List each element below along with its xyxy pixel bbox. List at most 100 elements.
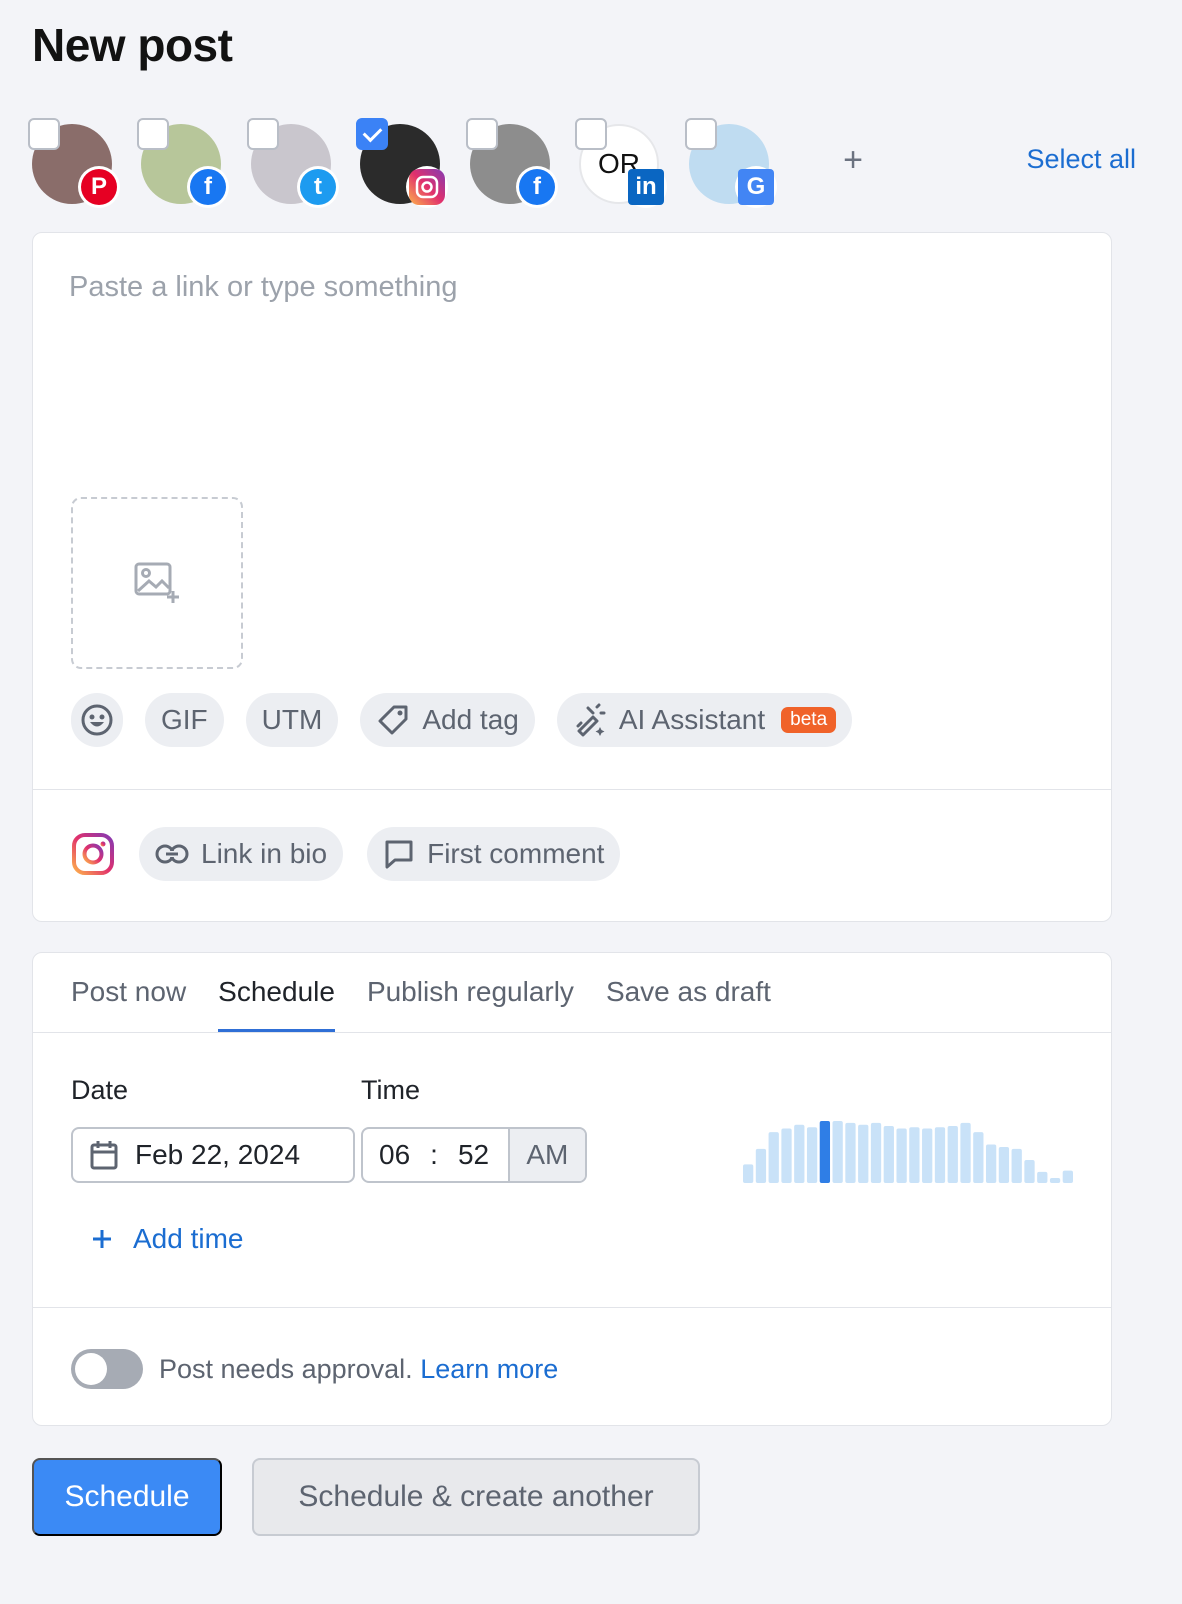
activity-bar[interactable] <box>845 1122 856 1183</box>
tab-post-now[interactable]: Post now <box>71 953 186 1033</box>
activity-bar[interactable] <box>819 1121 831 1183</box>
publish-tabs: Post now Schedule Publish regularly Save as… <box>71 953 771 1033</box>
activity-bar[interactable] <box>1011 1148 1022 1183</box>
tab-save-as-draft[interactable]: Save as draft <box>606 953 771 1033</box>
account-checkbox[interactable] <box>247 118 279 150</box>
activity-bar[interactable] <box>947 1125 958 1183</box>
activity-bar[interactable] <box>960 1122 971 1183</box>
account-checkbox[interactable] <box>28 118 60 150</box>
tab-publish-regularly[interactable]: Publish regularly <box>367 953 574 1033</box>
add-image-icon <box>134 562 179 603</box>
facebook-icon: f <box>187 166 229 208</box>
linkedin-icon: in <box>625 166 667 208</box>
tab-schedule[interactable]: Schedule <box>218 953 335 1033</box>
schedule-card: Post now Schedule Publish regularly Save as… <box>32 952 1112 1426</box>
activity-bar[interactable] <box>832 1121 843 1183</box>
ampm-toggle[interactable]: AM <box>507 1129 585 1181</box>
ai-assistant-label: AI Assistant <box>618 704 766 735</box>
ai-assistant-button[interactable]: AI Assistant beta <box>556 693 853 747</box>
post-text-input[interactable] <box>69 271 1069 451</box>
select-all-link[interactable]: Select all <box>1026 144 1136 175</box>
activity-bar[interactable] <box>768 1132 779 1183</box>
activity-bar[interactable] <box>858 1124 869 1183</box>
activity-bar[interactable] <box>1037 1171 1048 1183</box>
activity-bar[interactable] <box>985 1144 997 1183</box>
activity-bar[interactable] <box>883 1125 894 1183</box>
comment-icon <box>385 840 413 869</box>
activity-bar[interactable] <box>794 1124 805 1183</box>
account-facebook[interactable]: f <box>137 118 237 214</box>
activity-bar[interactable] <box>1024 1160 1035 1183</box>
approval-row: Post needs approval. Learn more <box>71 1349 558 1389</box>
emoji-button[interactable] <box>71 693 123 747</box>
pinterest-icon: P <box>78 166 120 208</box>
composer-toolbar: GIF UTM Add tag AI Assistant beta <box>71 693 853 747</box>
link-in-bio-label: Link in bio <box>201 838 328 869</box>
date-value: Feb 22, 2024 <box>135 1139 301 1170</box>
first-comment-button[interactable]: First comment <box>367 827 621 881</box>
account-checkbox[interactable] <box>685 118 717 150</box>
activity-bar[interactable] <box>1062 1170 1073 1183</box>
account-checkbox[interactable] <box>356 118 388 150</box>
utm-button[interactable]: UTM <box>245 693 339 747</box>
gif-button[interactable]: GIF <box>145 693 224 747</box>
add-media-button[interactable] <box>71 497 243 669</box>
time-separator: : <box>430 1139 438 1170</box>
minute-input[interactable]: 52 <box>458 1139 489 1171</box>
divider <box>33 789 1111 790</box>
activity-bar[interactable] <box>934 1127 946 1183</box>
add-account-button[interactable]: + <box>838 140 868 180</box>
utm-label: UTM <box>261 704 323 735</box>
calendar-icon <box>90 1141 118 1170</box>
add-tag-button[interactable]: Add tag <box>360 693 535 747</box>
approval-text: Post needs approval. <box>159 1353 413 1384</box>
activity-bar[interactable] <box>870 1122 882 1183</box>
date-picker[interactable]: Feb 22, 2024 <box>71 1127 355 1183</box>
tag-icon <box>378 705 408 735</box>
link-in-bio-button[interactable]: Link in bio <box>139 827 344 881</box>
account-facebook[interactable]: f <box>466 118 566 214</box>
account-pinterest[interactable]: P <box>28 118 128 214</box>
account-checkbox[interactable] <box>466 118 498 150</box>
learn-more-link[interactable]: Learn more <box>420 1354 558 1384</box>
instagram-icon <box>72 833 114 875</box>
account-google-business[interactable]: G <box>685 118 785 214</box>
add-tag-label: Add tag <box>422 704 519 735</box>
magic-wand-icon <box>576 703 606 737</box>
activity-bar[interactable] <box>1049 1178 1061 1183</box>
activity-bar[interactable] <box>909 1127 920 1183</box>
approval-toggle[interactable] <box>71 1349 143 1389</box>
activity-bar[interactable] <box>743 1164 754 1183</box>
first-comment-label: First comment <box>427 838 605 869</box>
activity-bar[interactable] <box>973 1132 984 1183</box>
activity-bar[interactable] <box>922 1128 933 1183</box>
account-checkbox[interactable] <box>575 118 607 150</box>
time-label: Time <box>361 1075 420 1105</box>
account-checkbox[interactable] <box>137 118 169 150</box>
divider <box>33 1307 1111 1308</box>
schedule-button[interactable]: Schedule <box>32 1458 222 1536</box>
schedule-and-create-another-button[interactable]: Schedule & create another <box>252 1458 700 1536</box>
time-picker: 06 : 52 AM <box>361 1127 587 1183</box>
instagram-icon <box>406 166 448 208</box>
best-time-chart <box>743 1121 1073 1183</box>
activity-bar[interactable] <box>998 1147 1010 1183</box>
facebook-icon: f <box>516 166 558 208</box>
twitter-icon: t <box>297 166 339 208</box>
hour-input[interactable]: 06 <box>379 1139 410 1171</box>
composer-card: GIF UTM Add tag AI Assistant beta <box>32 232 1112 922</box>
activity-bar[interactable] <box>781 1128 792 1183</box>
activity-bar[interactable] <box>806 1127 818 1183</box>
account-linkedin[interactable]: OR in <box>575 118 675 214</box>
account-twitter[interactable]: t <box>247 118 347 214</box>
account-instagram[interactable] <box>356 118 456 214</box>
activity-bar[interactable] <box>755 1148 767 1183</box>
account-selector: Pf t f OR in G + Select all <box>28 118 1138 218</box>
date-label: Date <box>71 1075 129 1105</box>
gif-label: GIF <box>161 704 208 735</box>
add-time-button[interactable]: Add time <box>91 1223 244 1255</box>
activity-bar[interactable] <box>896 1128 907 1183</box>
link-icon <box>155 844 189 864</box>
plus-icon <box>93 1230 111 1248</box>
google-business-icon: G <box>735 166 777 208</box>
